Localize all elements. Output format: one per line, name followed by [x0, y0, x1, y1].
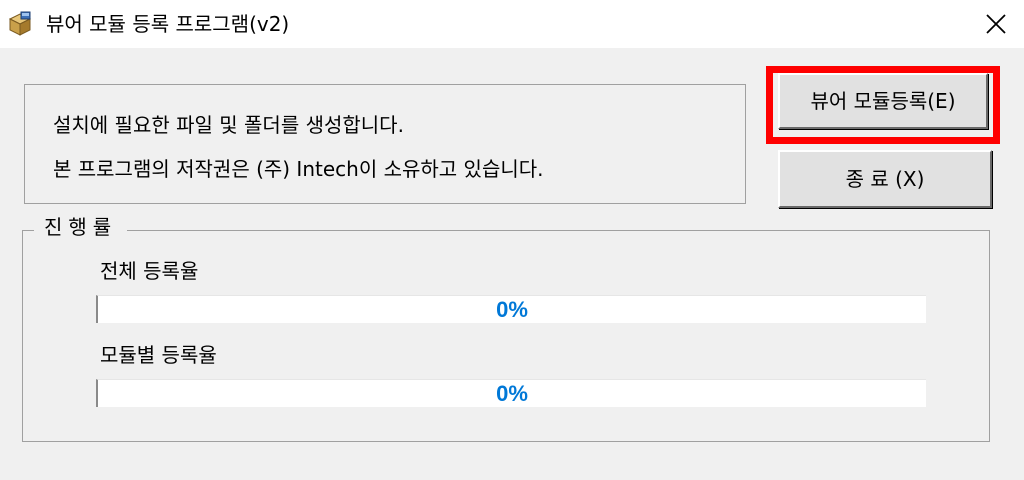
info-text-copyright: 본 프로그램의 저작권은 (주) Intech이 소유하고 있습니다.	[53, 157, 544, 181]
window-title: 뷰어 모듈 등록 프로그램(v2)	[46, 12, 290, 36]
progress-group-label: 진행률	[34, 213, 128, 241]
overall-progress-label: 전체 등록율	[100, 259, 199, 283]
exit-button[interactable]: 종 료 (X)	[778, 150, 992, 208]
info-panel: 설치에 필요한 파일 및 폴더를 생성합니다. 본 프로그램의 저작권은 (주)…	[24, 84, 746, 204]
title-bar: 뷰어 모듈 등록 프로그램(v2)	[0, 0, 1024, 48]
close-button[interactable]	[968, 0, 1024, 48]
register-module-button[interactable]: 뷰어 모듈등록(E)	[778, 73, 988, 129]
overall-progress-text: 0%	[496, 297, 528, 322]
installer-window: 뷰어 모듈 등록 프로그램(v2) 설치에 필요한 파일 및 폴더를 생성합니다…	[0, 0, 1024, 480]
overall-progress-bar: 0%	[96, 295, 926, 323]
module-progress-bar: 0%	[96, 379, 926, 407]
module-progress-text: 0%	[496, 381, 528, 406]
module-progress-label: 모듈별 등록율	[100, 343, 217, 367]
package-icon	[6, 10, 34, 38]
info-text-setup: 설치에 필요한 파일 및 폴더를 생성합니다.	[53, 113, 404, 137]
